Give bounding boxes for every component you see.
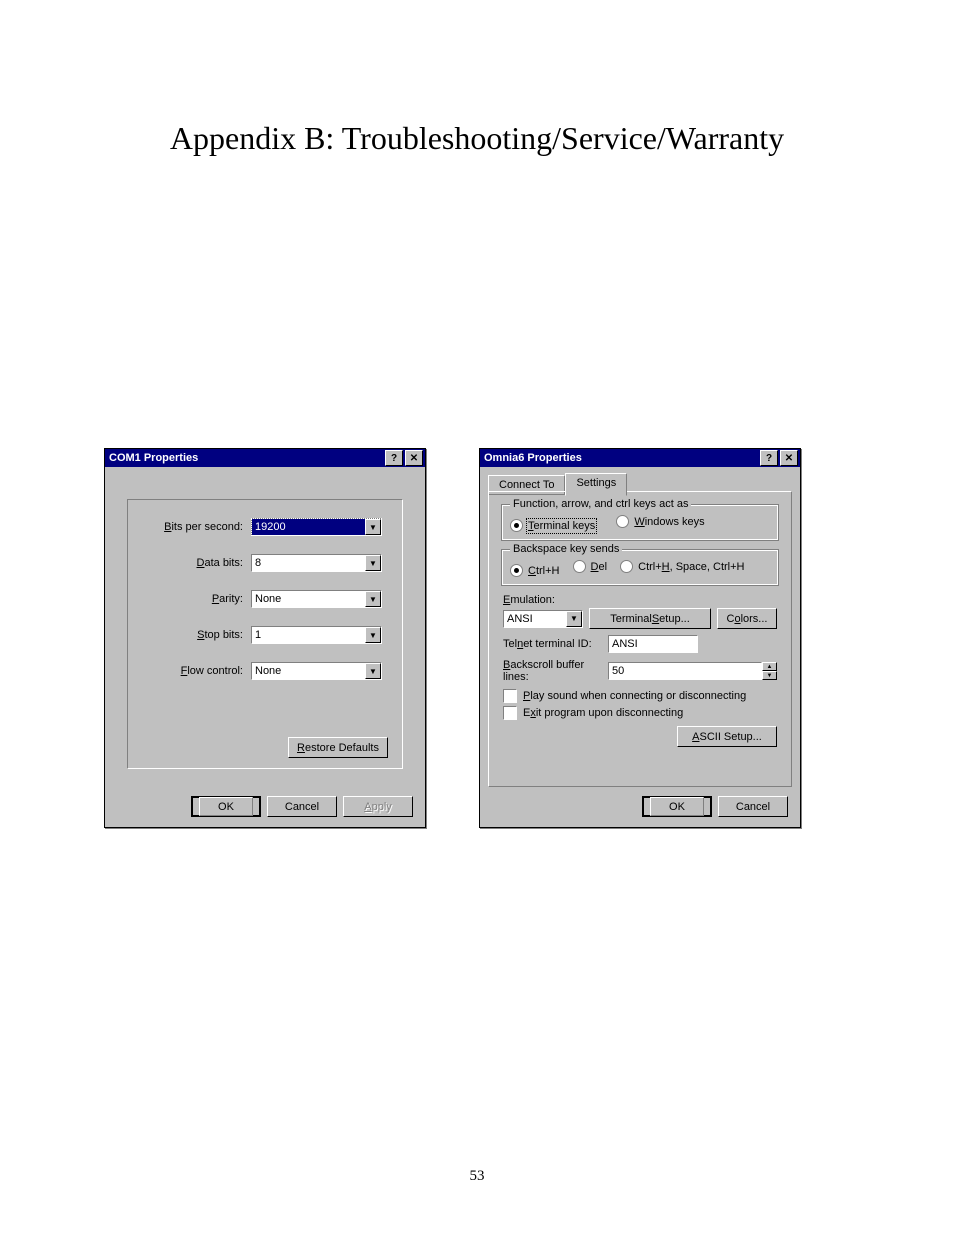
omnia6-properties-dialog: Omnia6 Properties ? ✕ Connect To Setting… bbox=[479, 448, 801, 828]
chevron-down-icon[interactable]: ▼ bbox=[566, 611, 582, 627]
colors-button[interactable]: Colors... bbox=[717, 608, 777, 629]
titlebar: COM1 Properties ? ✕ bbox=[105, 449, 425, 467]
function-keys-group: Function, arrow, and ctrl keys act as Te… bbox=[501, 504, 779, 541]
bits-per-second-label: Bits per second: bbox=[148, 521, 243, 533]
chevron-down-icon[interactable]: ▼ bbox=[365, 519, 381, 535]
apply-button[interactable]: Apply bbox=[343, 796, 413, 817]
tab-settings[interactable]: Settings bbox=[565, 473, 627, 496]
settings-panel: Function, arrow, and ctrl keys act as Te… bbox=[488, 491, 792, 787]
parity-combo[interactable]: None ▼ bbox=[251, 590, 382, 608]
ok-button[interactable]: OK bbox=[191, 796, 261, 817]
flow-control-combo[interactable]: None ▼ bbox=[251, 662, 382, 680]
close-button[interactable]: ✕ bbox=[780, 450, 798, 466]
flow-control-label: Flow control: bbox=[148, 665, 243, 677]
titlebar-text: COM1 Properties bbox=[109, 452, 383, 464]
terminal-keys-radio[interactable]: Terminal keys bbox=[510, 519, 595, 532]
com1-properties-dialog: COM1 Properties ? ✕ Bits per second: 192… bbox=[104, 448, 426, 828]
windows-keys-radio[interactable]: Windows keys bbox=[616, 515, 704, 528]
terminal-setup-button[interactable]: Terminal Setup... bbox=[589, 608, 711, 629]
chevron-down-icon[interactable]: ▼ bbox=[365, 591, 381, 607]
cancel-button[interactable]: Cancel bbox=[267, 796, 337, 817]
help-button[interactable]: ? bbox=[385, 450, 403, 466]
group-title: Function, arrow, and ctrl keys act as bbox=[510, 498, 691, 510]
backscroll-spinner[interactable]: ▲ ▼ bbox=[762, 662, 777, 680]
close-button[interactable]: ✕ bbox=[405, 450, 423, 466]
backscroll-input[interactable]: 50 bbox=[608, 662, 762, 680]
data-bits-label: Data bits: bbox=[148, 557, 243, 569]
ctrl-h-space-radio[interactable]: Ctrl+H, Space, Ctrl+H bbox=[620, 560, 744, 573]
ok-button[interactable]: OK bbox=[642, 796, 712, 817]
restore-defaults-button[interactable]: Restore Defaults bbox=[288, 737, 388, 758]
ctrl-h-radio[interactable]: Ctrl+H bbox=[510, 564, 559, 577]
emulation-label: Emulation: bbox=[503, 594, 777, 606]
titlebar: Omnia6 Properties ? ✕ bbox=[480, 449, 800, 467]
spinner-up-icon[interactable]: ▲ bbox=[762, 662, 777, 671]
exit-on-disconnect-checkbox[interactable]: Exit program upon disconnecting bbox=[503, 706, 791, 720]
spinner-down-icon[interactable]: ▼ bbox=[762, 671, 777, 680]
play-sound-checkbox[interactable]: Play sound when connecting or disconnect… bbox=[503, 689, 791, 703]
ascii-setup-button[interactable]: ASCII Setup... bbox=[677, 726, 777, 747]
help-button[interactable]: ? bbox=[760, 450, 778, 466]
telnet-id-input[interactable]: ANSI bbox=[608, 635, 698, 653]
page-title: Appendix B: Troubleshooting/Service/Warr… bbox=[0, 120, 954, 157]
parity-label: Parity: bbox=[148, 593, 243, 605]
chevron-down-icon[interactable]: ▼ bbox=[365, 555, 381, 571]
chevron-down-icon[interactable]: ▼ bbox=[365, 663, 381, 679]
data-bits-combo[interactable]: 8 ▼ bbox=[251, 554, 382, 572]
backscroll-label: Backscroll buffer lines: bbox=[503, 659, 608, 683]
port-settings-panel: Bits per second: 19200 ▼ Data bits: 8 ▼ … bbox=[127, 499, 403, 769]
stop-bits-combo[interactable]: 1 ▼ bbox=[251, 626, 382, 644]
stop-bits-label: Stop bits: bbox=[148, 629, 243, 641]
page-number: 53 bbox=[0, 1168, 954, 1185]
chevron-down-icon[interactable]: ▼ bbox=[365, 627, 381, 643]
bits-per-second-combo[interactable]: 19200 ▼ bbox=[251, 518, 382, 536]
telnet-id-label: Telnet terminal ID: bbox=[503, 638, 608, 650]
group-title: Backspace key sends bbox=[510, 543, 622, 555]
emulation-combo[interactable]: ANSI ▼ bbox=[503, 610, 583, 628]
titlebar-text: Omnia6 Properties bbox=[484, 452, 758, 464]
del-radio[interactable]: Del bbox=[573, 560, 608, 573]
cancel-button[interactable]: Cancel bbox=[718, 796, 788, 817]
backspace-group: Backspace key sends Ctrl+H Del Ctrl+H, S… bbox=[501, 549, 779, 586]
